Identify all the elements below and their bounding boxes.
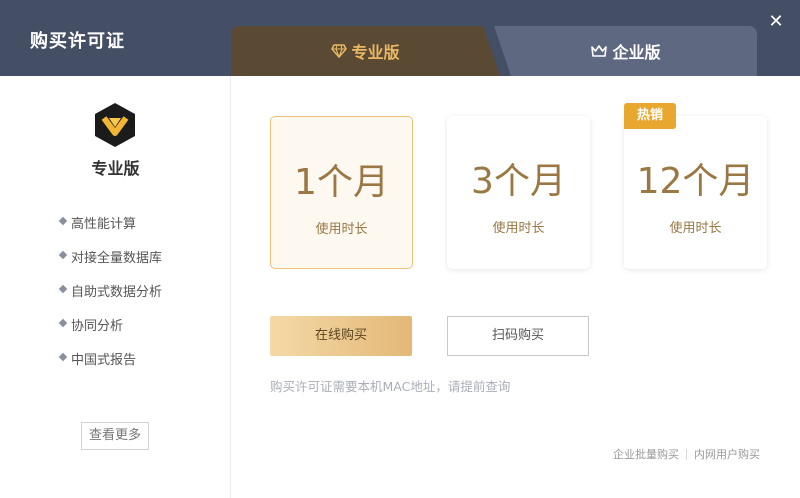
scan-to-buy-button[interactable]: 扫码购买 (447, 316, 589, 356)
tab-enterprise-label: 企业版 (612, 43, 661, 62)
list-item: 高性能计算 (58, 213, 162, 247)
list-item: 对接全量数据库 (58, 247, 162, 281)
list-item: 自助式数据分析 (58, 281, 162, 315)
title-bar: 购买许可证 专业版 企业版 ✕ (0, 0, 800, 76)
plan-duration: 12个月 (636, 161, 755, 202)
plan-label: 使用时长 (669, 221, 722, 236)
buy-online-button[interactable]: 在线购买 (270, 316, 412, 356)
window-title: 购买许可证 (30, 31, 125, 52)
bullet-diamond-icon (58, 352, 68, 362)
intranet-purchase-link[interactable]: 内网用户购买 (694, 446, 760, 462)
plan-card-12-months[interactable]: 12个月 使用时长 (624, 116, 767, 269)
plan-card-1-month[interactable]: 1个月 使用时长 (270, 116, 413, 269)
bullet-diamond-icon (58, 318, 68, 328)
diamond-icon (331, 44, 348, 58)
plan-card-3-months[interactable]: 3个月 使用时长 (447, 116, 590, 269)
edition-sidebar: 专业版 高性能计算 对接全量数据库 自助式数据分析 协同分析 中国式报告 查看更… (0, 76, 231, 498)
tab-professional-label: 专业版 (351, 43, 400, 62)
plan-label: 使用时长 (315, 222, 368, 237)
bullet-diamond-icon (58, 284, 68, 294)
list-item: 中国式报告 (58, 349, 162, 383)
bullet-diamond-icon (58, 250, 68, 260)
plan-label: 使用时长 (492, 221, 545, 236)
feature-list: 高性能计算 对接全量数据库 自助式数据分析 协同分析 中国式报告 (58, 213, 162, 383)
tab-enterprise[interactable]: 企业版 (494, 26, 757, 76)
hot-sale-badge: 热销 (624, 103, 676, 129)
tab-professional[interactable]: 专业版 (231, 26, 500, 76)
edition-name: 专业版 (91, 159, 140, 178)
close-icon[interactable]: ✕ (766, 12, 786, 32)
bullet-diamond-icon (58, 216, 68, 226)
list-item: 协同分析 (58, 315, 162, 349)
plan-duration: 1个月 (294, 162, 389, 203)
crown-icon (591, 45, 608, 57)
footer-links: 企业批量购买 内网用户购买 (613, 446, 760, 462)
edition-logo-icon (95, 103, 135, 147)
link-divider (686, 448, 687, 460)
enterprise-bulk-purchase-link[interactable]: 企业批量购买 (613, 446, 679, 462)
plan-duration: 3个月 (471, 161, 566, 202)
view-more-button[interactable]: 查看更多 (81, 422, 149, 450)
mac-address-note: 购买许可证需要本机MAC地址，请提前查询 (270, 379, 511, 394)
